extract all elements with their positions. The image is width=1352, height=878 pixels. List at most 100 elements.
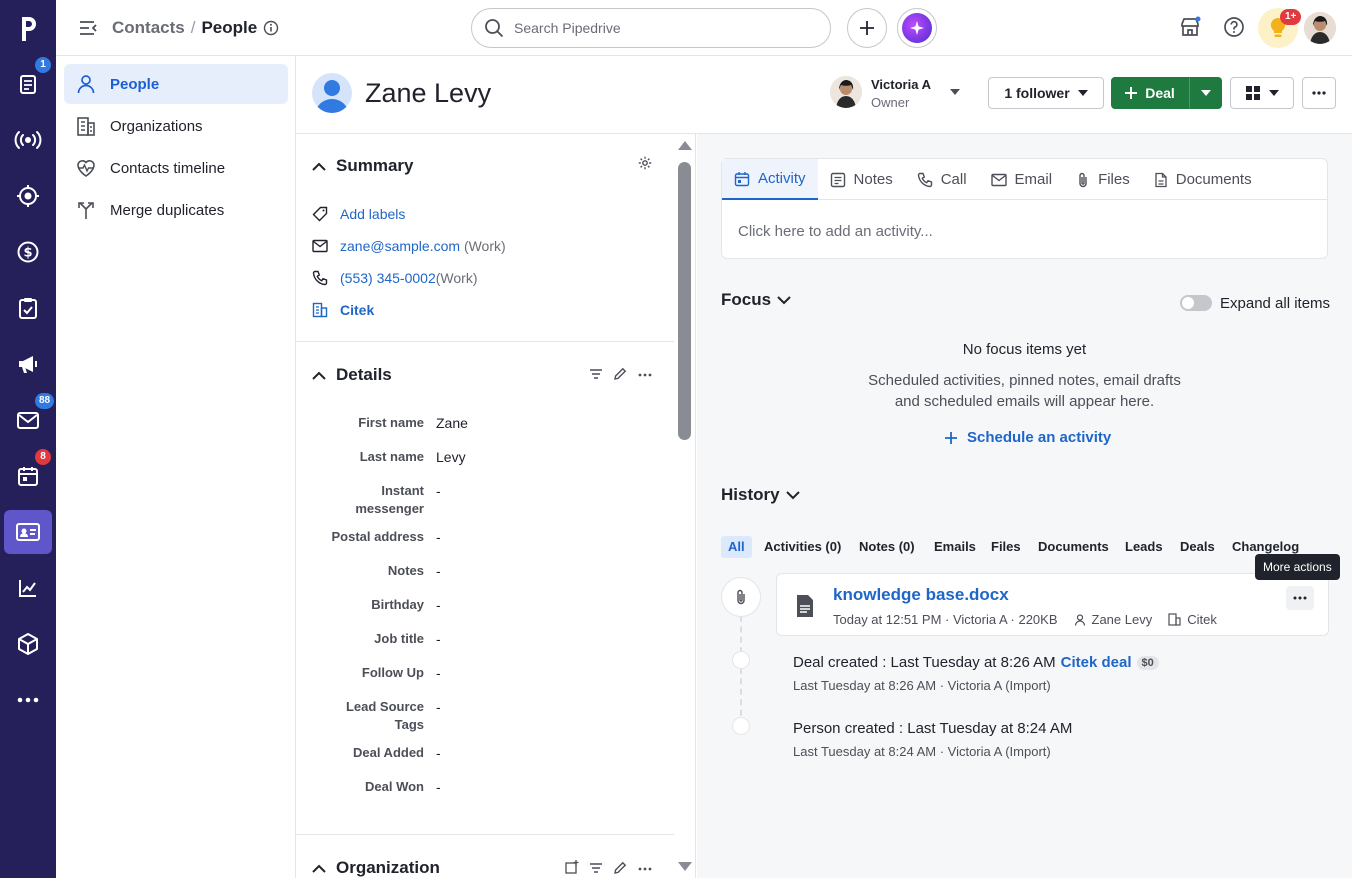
rail-more[interactable] [4,678,52,722]
tab-email[interactable]: Email [979,159,1065,200]
marketplace-button[interactable] [1179,16,1201,38]
add-labels-link[interactable]: Add labels [340,206,405,222]
subnav-label: Merge duplicates [110,201,225,219]
breadcrumb-contacts[interactable]: Contacts [112,18,185,38]
search-box[interactable] [471,8,831,48]
history-tab-documents[interactable]: Documents [1038,536,1109,558]
toggle-knob [1182,297,1194,309]
file-name-link[interactable]: knowledge base.docx [833,585,1009,605]
detail-value[interactable]: - [436,596,441,614]
tab-call[interactable]: Call [905,159,979,200]
user-avatar[interactable] [1304,12,1336,44]
schedule-label: Schedule an activity [967,429,1112,446]
history-toggle[interactable]: History [721,485,800,505]
timeline-panel: Activity Notes Call Email Files Document… [697,134,1352,878]
add-deal-button[interactable]: Deal [1111,77,1189,109]
info-icon[interactable] [263,20,279,36]
focus-toggle[interactable]: Focus [721,290,791,310]
email-link[interactable]: zane@sample.com [340,238,460,254]
details-more-button[interactable] [638,373,652,377]
subnav-people[interactable]: People [64,64,288,104]
organization-filter-button[interactable] [589,862,603,874]
detail-value[interactable]: Levy [436,448,466,466]
rail-contacts[interactable] [4,510,52,554]
detail-value[interactable]: Zane [436,414,468,432]
history-tab-emails[interactable]: Emails [934,536,976,558]
tab-activity[interactable]: Activity [722,159,818,200]
scroll-down-arrow-icon[interactable] [677,861,693,872]
rail-campaigns[interactable] [4,342,52,386]
rail-deals[interactable]: $ [4,230,52,274]
event-meta: Last Tuesday at 8:24 AM · Victoria A (Im… [793,744,1051,759]
subnav-contacts-timeline[interactable]: Contacts timeline [64,148,288,188]
scrollbar-thumb[interactable] [678,162,691,440]
expand-toggle[interactable] [1180,295,1212,311]
history-tab-deals[interactable]: Deals [1180,536,1215,558]
organization-toggle[interactable]: Organization [312,858,440,878]
calendar-icon [734,171,750,186]
detail-value[interactable]: - [436,664,441,682]
ellipsis-icon [1312,91,1326,95]
history-tab-leads[interactable]: Leads [1125,536,1163,558]
history-tab-all[interactable]: All [721,536,752,558]
organization-link[interactable]: Citek [340,302,374,318]
schedule-activity-button[interactable]: Schedule an activity [945,429,1111,446]
tab-files[interactable]: Files [1064,159,1142,200]
subnav-organizations[interactable]: Organizations [64,106,288,146]
deal-options-button[interactable] [1189,77,1222,109]
summary-toggle[interactable]: Summary [312,156,413,176]
rail-target[interactable] [4,174,52,218]
collapse-menu-button[interactable] [78,18,98,38]
quick-add-button[interactable] [847,8,887,48]
details-filter-button[interactable] [589,368,603,380]
history-tab-notes[interactable]: Notes (0) [859,536,915,558]
add-labels-row[interactable]: Add labels [312,206,405,222]
organization-more-button[interactable] [638,867,652,871]
history-tab-files[interactable]: Files [991,536,1021,558]
scroll-up-arrow-icon[interactable] [677,140,693,151]
detail-value[interactable]: - [436,698,441,716]
summary-settings-button[interactable] [638,156,652,170]
person-name[interactable]: Zane Levy [365,78,491,109]
owner-dropdown[interactable] [949,88,961,96]
detail-label: Birthday [371,597,424,612]
detail-value[interactable]: - [436,528,441,546]
detail-value[interactable]: - [436,482,441,500]
rail-broadcast[interactable] [4,118,52,162]
detail-value[interactable]: - [436,562,441,580]
rail-tasks[interactable] [4,286,52,330]
organization-link-button[interactable] [565,860,580,874]
deal-created-event: Deal created : Last Tuesday at 8:26 AM C… [793,654,1159,671]
activity-composer: Activity Notes Call Email Files Document… [721,158,1328,259]
rail-insights[interactable] [4,566,52,610]
help-button[interactable] [1223,16,1245,38]
phone-icon [312,270,328,286]
subnav-merge-duplicates[interactable]: Merge duplicates [64,190,288,230]
file-card[interactable]: knowledge base.docx Today at 12:51 PM · … [776,573,1329,636]
follower-button[interactable]: 1 follower [988,77,1104,109]
details-toggle[interactable]: Details [312,365,392,385]
details-edit-button[interactable] [613,367,627,381]
search-input[interactable] [514,20,804,36]
add-activity-input[interactable]: Click here to add an activity... [738,223,933,240]
phone-link[interactable]: (553) 345-0002 [340,270,436,286]
layout-switch-button[interactable] [1230,77,1294,109]
file-person[interactable]: Zane Levy [1092,612,1153,627]
building-icon [77,117,95,136]
rail-products[interactable] [4,622,52,666]
tab-documents[interactable]: Documents [1142,159,1264,200]
organization-edit-button[interactable] [613,861,627,875]
more-options-button[interactable] [1302,77,1336,109]
pipedrive-logo[interactable] [4,6,52,50]
ai-assistant-button[interactable] [897,8,937,48]
history-tab-activities[interactable]: Activities (0) [764,536,841,558]
tab-notes[interactable]: Notes [818,159,905,200]
detail-value[interactable]: - [436,744,441,762]
tab-label: Files [1098,171,1130,188]
details-scrollbar[interactable] [674,134,696,878]
detail-value[interactable]: - [436,778,441,796]
deal-link[interactable]: Citek deal [1061,654,1132,671]
detail-value[interactable]: - [436,630,441,648]
file-more-actions-button[interactable] [1286,586,1314,610]
file-org[interactable]: Citek [1187,612,1217,627]
